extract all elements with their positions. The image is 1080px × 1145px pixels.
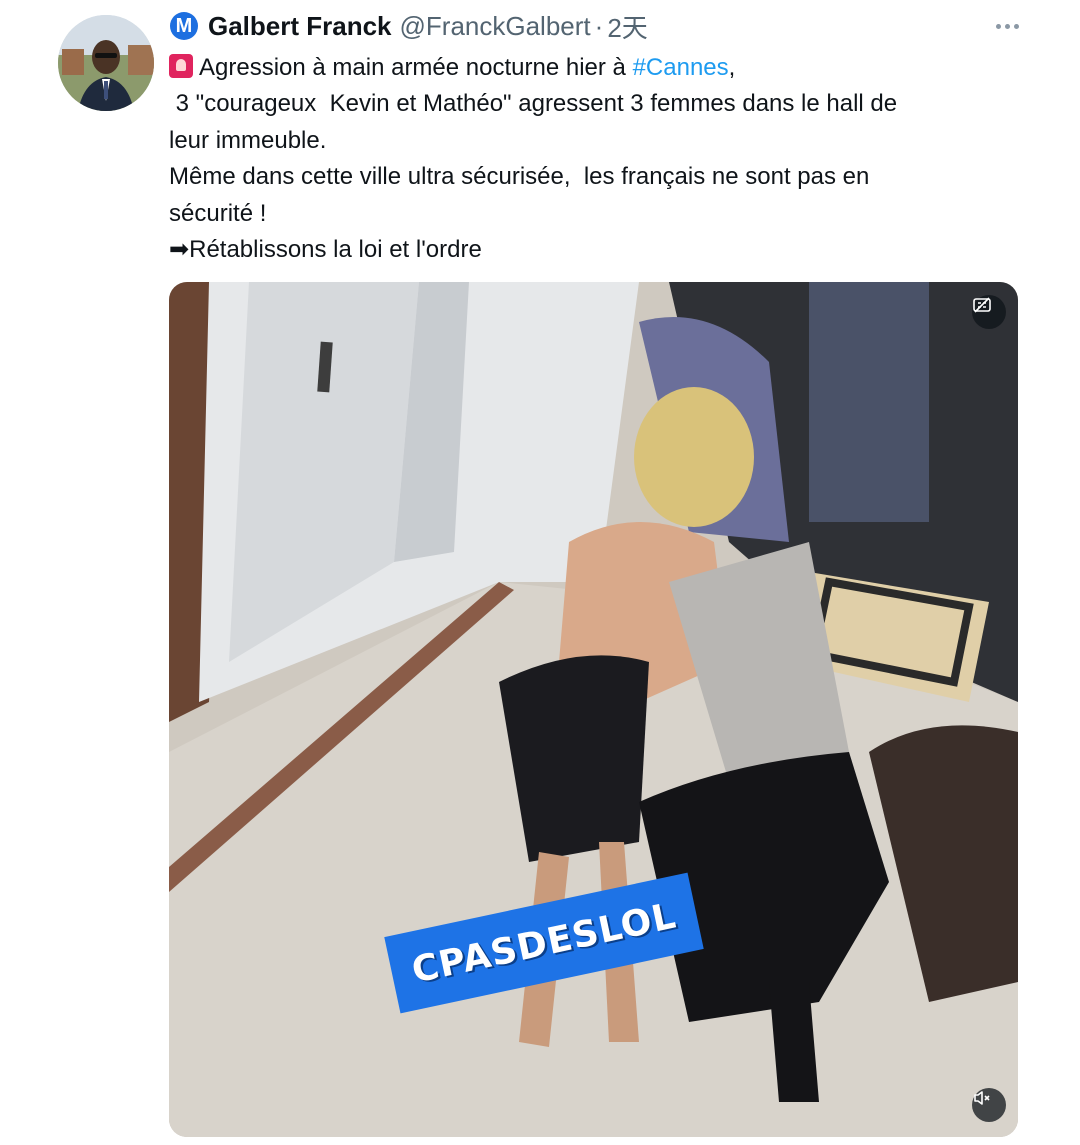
tweet-text: Agression à main armée nocturne hier à #… (169, 50, 999, 268)
tweet-header: M Galbert Franck @FranckGalbert · 2天 (170, 8, 648, 44)
hashtag-link[interactable]: #Cannes (633, 54, 729, 81)
author-name[interactable]: Galbert Franck (208, 11, 392, 42)
tweet-line-1-comma: , (728, 54, 736, 81)
tweet-timestamp[interactable]: 2天 (607, 8, 647, 45)
video-frame (169, 282, 1018, 1137)
tweet-line-2: 3 "courageux Kevin et Mathéo" agressent … (169, 90, 898, 118)
tweet-line-1-text: Agression à main armée nocturne hier à (199, 54, 633, 81)
tweet: M Galbert Franck @FranckGalbert · 2天 Agr… (0, 0, 1080, 1145)
tweet-line-4: Même dans cette ville ultra sécurisée, l… (169, 163, 870, 191)
author-handle[interactable]: @FranckGalbert (400, 11, 591, 42)
tweet-line-6: ➡Rétablissons la loi et l'ordre (169, 236, 482, 264)
avatar[interactable] (58, 15, 154, 111)
tweet-line-5: sécurité ! (169, 199, 267, 227)
muted-speaker-icon[interactable] (972, 1088, 1006, 1122)
captions-icon[interactable] (972, 295, 1006, 329)
separator-dot: · (594, 10, 604, 41)
video-player[interactable]: CPASDESLOL (169, 282, 1018, 1137)
siren-emoji-icon (169, 54, 193, 78)
more-options-icon[interactable] (990, 12, 1024, 40)
verified-m-badge-icon: M (170, 12, 198, 40)
tweet-line-1: Agression à main armée nocturne hier à #… (169, 50, 999, 86)
tweet-line-3: leur immeuble. (169, 126, 327, 154)
